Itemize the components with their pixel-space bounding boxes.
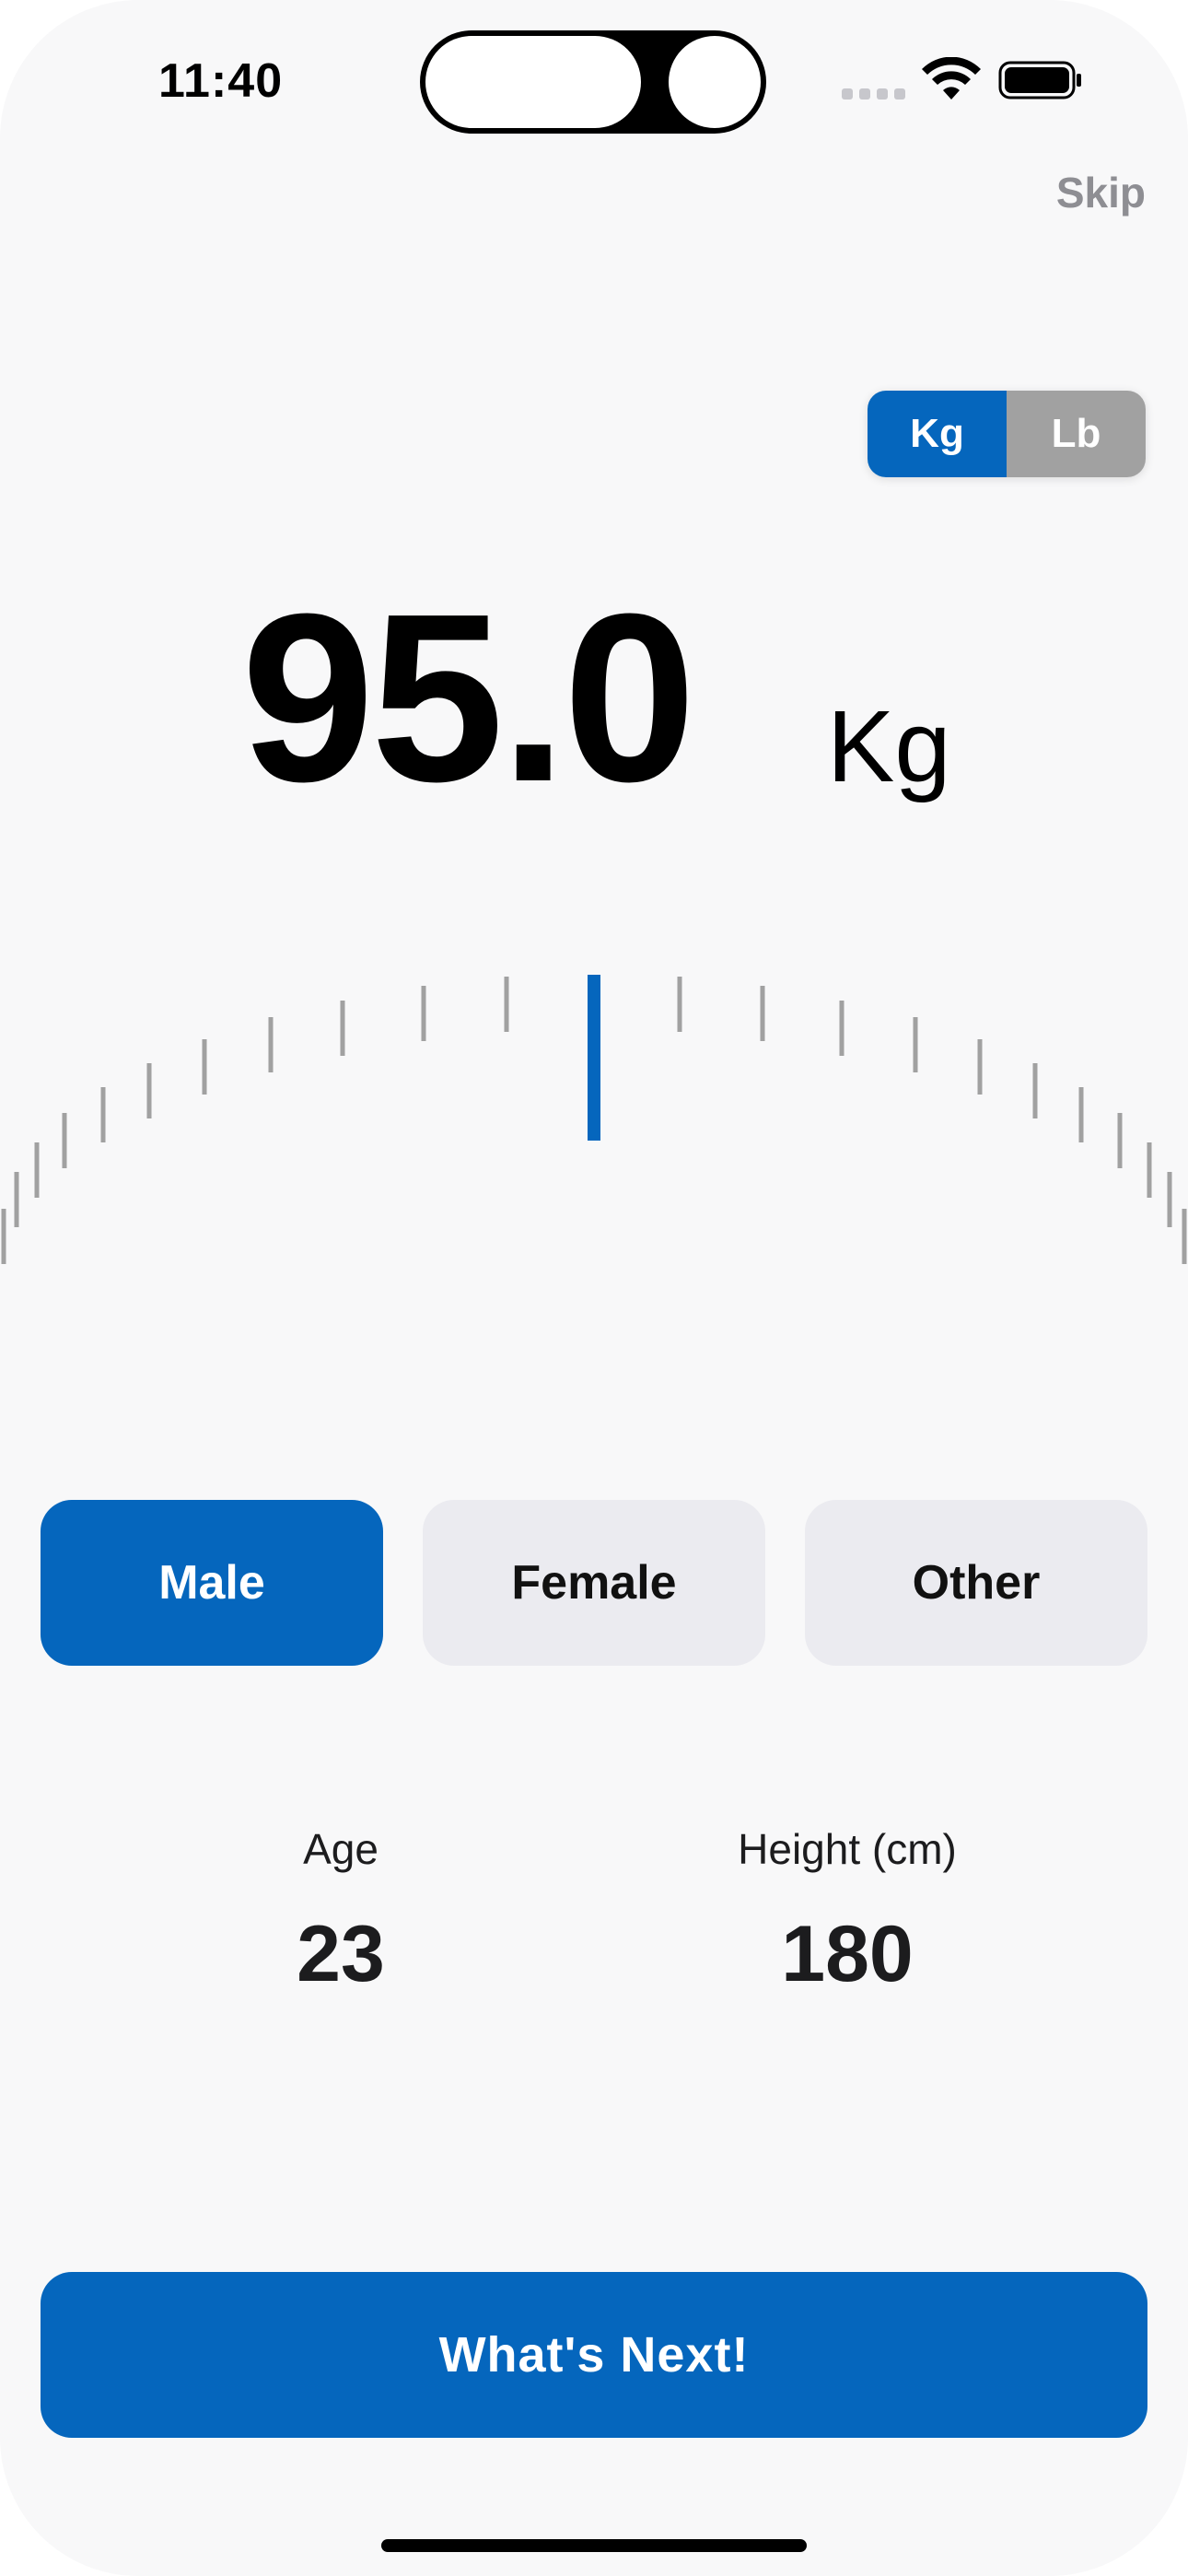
weight-unit: Kg	[827, 690, 951, 803]
age-value[interactable]: 23	[249, 1909, 433, 2000]
cellular-signal-icon	[842, 88, 905, 100]
age-stat[interactable]: Age 23	[249, 1824, 433, 2000]
height-value[interactable]: 180	[663, 1909, 1031, 2000]
home-indicator	[381, 2539, 807, 2552]
gender-male-button[interactable]: Male	[41, 1500, 383, 1666]
battery-icon	[998, 61, 1081, 100]
gender-other-button[interactable]: Other	[805, 1500, 1147, 1666]
height-label: Height (cm)	[738, 1825, 957, 1873]
gender-female-button[interactable]: Female	[423, 1500, 765, 1666]
unit-option-kg[interactable]: Kg	[868, 391, 1007, 477]
height-stat[interactable]: Height (cm) 180	[663, 1824, 1031, 2000]
dynamic-island	[420, 30, 766, 134]
weight-value: 95.0	[241, 565, 696, 832]
status-time: 11:40	[158, 54, 284, 108]
unit-option-lb[interactable]: Lb	[1007, 391, 1146, 477]
gender-selector: Male Female Other	[41, 1500, 1147, 1666]
whats-next-button[interactable]: What's Next!	[41, 2272, 1147, 2438]
age-label: Age	[303, 1825, 379, 1873]
weight-dial[interactable]	[0, 958, 1188, 1308]
onboarding-screen: 11:40 Skip Kg Lb 95.0 Kg Male Female Oth…	[0, 0, 1188, 2576]
skip-button[interactable]: Skip	[1056, 168, 1146, 217]
unit-toggle: Kg Lb	[868, 391, 1146, 477]
wifi-icon	[922, 57, 981, 100]
